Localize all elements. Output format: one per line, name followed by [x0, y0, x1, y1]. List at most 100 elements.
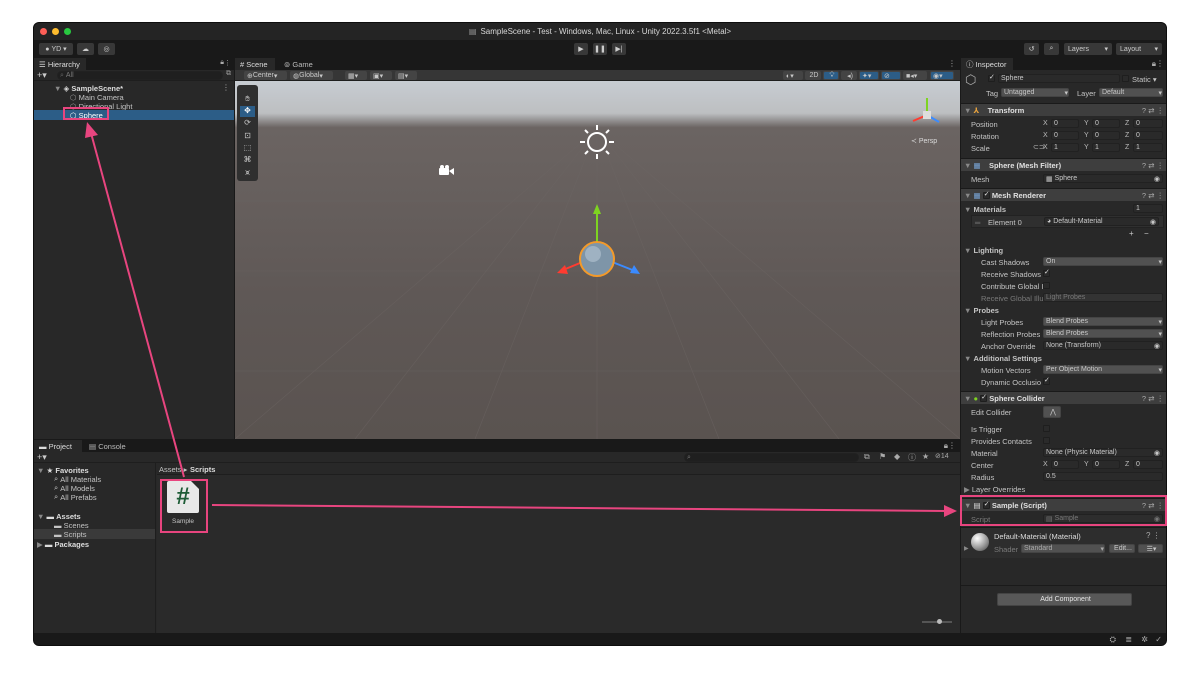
- breadcrumb-assets[interactable]: Assets ▸: [159, 464, 189, 474]
- add-component-button[interactable]: Add Component: [997, 593, 1132, 606]
- edit-collider-button[interactable]: ⋀: [1043, 406, 1061, 418]
- tab-scene[interactable]: # Scene: [235, 58, 275, 70]
- toggle-2d-button[interactable]: 2D: [805, 71, 821, 80]
- additional-settings-foldout[interactable]: ▼ Additional Settings: [964, 353, 1042, 363]
- collab-button[interactable]: ◎: [98, 43, 115, 55]
- scale-y-field[interactable]: 1: [1092, 143, 1120, 152]
- more-menu-icon[interactable]: ⋮: [948, 59, 956, 68]
- hidden-objects-button[interactable]: ⊘: [881, 71, 901, 80]
- minimize-window-button[interactable]: [52, 28, 59, 35]
- step-button[interactable]: ▶|: [612, 43, 626, 55]
- materials-foldout[interactable]: ▼ Materials: [964, 204, 1006, 214]
- cache-server-icon[interactable]: ≣: [1125, 635, 1132, 644]
- hidden-packages-toggle[interactable]: ⊘14: [935, 452, 949, 460]
- mesh-renderer-enabled-checkbox[interactable]: [982, 190, 990, 199]
- light-probes-dropdown[interactable]: Blend Probes ▾: [1043, 317, 1163, 326]
- object-picker-icon[interactable]: ◉: [1154, 175, 1160, 183]
- scale-z-field[interactable]: 1: [1133, 143, 1163, 152]
- active-checkbox[interactable]: [988, 73, 995, 82]
- add-object-button[interactable]: +▾: [37, 70, 47, 81]
- more-menu-icon[interactable]: ⋮: [1156, 59, 1164, 68]
- motion-vectors-dropdown[interactable]: Per Object Motion ▾: [1043, 365, 1163, 374]
- auto-generate-lighting-icon[interactable]: ⛭: [1110, 635, 1116, 645]
- custom-tool-icon[interactable]: ⩙: [240, 168, 255, 179]
- shading-mode-button[interactable]: ◐▾: [783, 71, 803, 80]
- anchor-override-field[interactable]: None (Transform) ◉: [1043, 341, 1163, 350]
- move-tool-icon[interactable]: ✥: [240, 106, 255, 117]
- object-picker-icon[interactable]: ◉: [1150, 218, 1156, 226]
- reflection-probes-dropdown[interactable]: Blend Probes ▾: [1043, 329, 1163, 338]
- gizmos-button[interactable]: ◉▾: [930, 71, 954, 80]
- center-z-field[interactable]: 0: [1133, 460, 1163, 469]
- shader-list-button[interactable]: ☰▾: [1138, 544, 1163, 553]
- tab-game[interactable]: ⊚ Game: [279, 58, 319, 70]
- collider-enabled-checkbox[interactable]: [980, 393, 988, 402]
- contribute-gi-checkbox[interactable]: [1043, 282, 1050, 289]
- scene-visibility-icon[interactable]: ⧉: [226, 70, 231, 78]
- slider-thumb[interactable]: [937, 619, 942, 624]
- favorite-all-prefabs[interactable]: ⌕ All Prefabs: [54, 492, 97, 502]
- tab-console[interactable]: ▤ Console: [84, 440, 132, 452]
- transform-tool-icon[interactable]: ⌘: [240, 155, 255, 166]
- static-checkbox[interactable]: [1122, 75, 1129, 82]
- pause-button[interactable]: ❚❚: [593, 43, 607, 55]
- effects-toggle-button[interactable]: ✦▾: [859, 71, 879, 80]
- play-button[interactable]: ▶: [574, 43, 588, 55]
- cast-shadows-dropdown[interactable]: On ▾: [1043, 257, 1163, 266]
- search-by-type-icon[interactable]: ⧉: [864, 452, 870, 462]
- materials-count-field[interactable]: 1: [1133, 204, 1163, 213]
- layout-dropdown[interactable]: Layout ▾: [1116, 43, 1162, 55]
- expand-arrow-icon[interactable]: ▶: [964, 545, 969, 552]
- is-trigger-checkbox[interactable]: [1043, 425, 1050, 432]
- collider-material-field[interactable]: None (Physic Material) ◉: [1043, 448, 1163, 457]
- check-status-icon[interactable]: ✓: [1155, 635, 1162, 644]
- radius-field[interactable]: 0.5: [1043, 472, 1163, 481]
- debug-mode-icon[interactable]: ✲: [1141, 635, 1148, 644]
- icon-size-slider[interactable]: [922, 619, 952, 624]
- sphere-collider-header[interactable]: ▼ ● Sphere Collider? ⇄ ⋮: [961, 391, 1166, 404]
- grid-visibility-button[interactable]: ▤▾: [395, 71, 417, 80]
- object-picker-icon[interactable]: ◉: [1154, 342, 1160, 350]
- account-dropdown[interactable]: ● YD ▾: [39, 43, 73, 55]
- rotation-y-field[interactable]: 0: [1092, 131, 1120, 140]
- mesh-renderer-header[interactable]: ▼ ▦ Mesh Renderer? ⇄ ⋮: [961, 188, 1166, 201]
- tab-hierarchy[interactable]: ☰ Hierarchy: [34, 58, 86, 70]
- provides-contacts-checkbox[interactable]: [1043, 437, 1050, 444]
- scale-x-field[interactable]: 1: [1051, 143, 1079, 152]
- remove-element-button[interactable]: −: [1144, 229, 1149, 238]
- history-button[interactable]: ↺: [1024, 43, 1039, 55]
- mesh-field[interactable]: ▦ Sphere ◉: [1043, 174, 1163, 183]
- favorite-star-icon[interactable]: ★: [922, 452, 929, 461]
- scene-menu-icon[interactable]: ⋮: [222, 83, 230, 92]
- close-window-button[interactable]: [40, 28, 47, 35]
- static-label[interactable]: Static ▾: [1132, 74, 1157, 84]
- probes-foldout[interactable]: ▼ Probes: [964, 305, 999, 315]
- tag-icon[interactable]: ◆: [894, 452, 900, 461]
- snap-grid-button[interactable]: ▦▾: [345, 71, 367, 80]
- search-by-label-icon[interactable]: ⚑: [879, 452, 886, 461]
- shader-edit-button[interactable]: Edit...: [1109, 544, 1135, 553]
- rotation-x-field[interactable]: 0: [1051, 131, 1079, 140]
- position-x-field[interactable]: 0: [1051, 119, 1079, 128]
- position-y-field[interactable]: 0: [1092, 119, 1120, 128]
- camera-settings-button[interactable]: ■◂▾: [903, 71, 927, 80]
- rect-tool-icon[interactable]: ⬚: [240, 143, 255, 154]
- cloud-button[interactable]: ☁: [77, 43, 94, 55]
- snap-increment-button[interactable]: ▣▾: [370, 71, 392, 80]
- scene-viewport[interactable]: ≺ Persp ✋︎ ✥ ⟳ ⊡ ⬚ ⌘ ⩙: [235, 81, 960, 439]
- center-x-field[interactable]: 0: [1051, 460, 1079, 469]
- component-menu-icons[interactable]: ? ⇄ ⋮: [1142, 106, 1164, 115]
- hand-tool-icon[interactable]: ✋︎: [240, 94, 255, 105]
- layer-dropdown[interactable]: Default ▾: [1099, 88, 1163, 97]
- element0-field[interactable]: ◕ Default-Material ◉: [1044, 217, 1159, 226]
- object-name-field[interactable]: Sphere: [998, 74, 1120, 83]
- space-dropdown[interactable]: ◍ Global ▾: [290, 71, 333, 80]
- maximize-window-button[interactable]: [64, 28, 71, 35]
- create-asset-button[interactable]: +▾: [37, 452, 47, 463]
- more-menu-icon[interactable]: ⋮: [224, 59, 231, 67]
- packages-folder[interactable]: ▶ ▬ Packages: [37, 539, 89, 549]
- scripts-folder[interactable]: ▬ Scripts: [54, 529, 87, 539]
- component-menu-icons[interactable]: ? ⇄ ⋮: [1142, 394, 1164, 403]
- object-picker-icon[interactable]: ◉: [1154, 449, 1160, 457]
- tab-project[interactable]: ▬ Project: [34, 440, 82, 452]
